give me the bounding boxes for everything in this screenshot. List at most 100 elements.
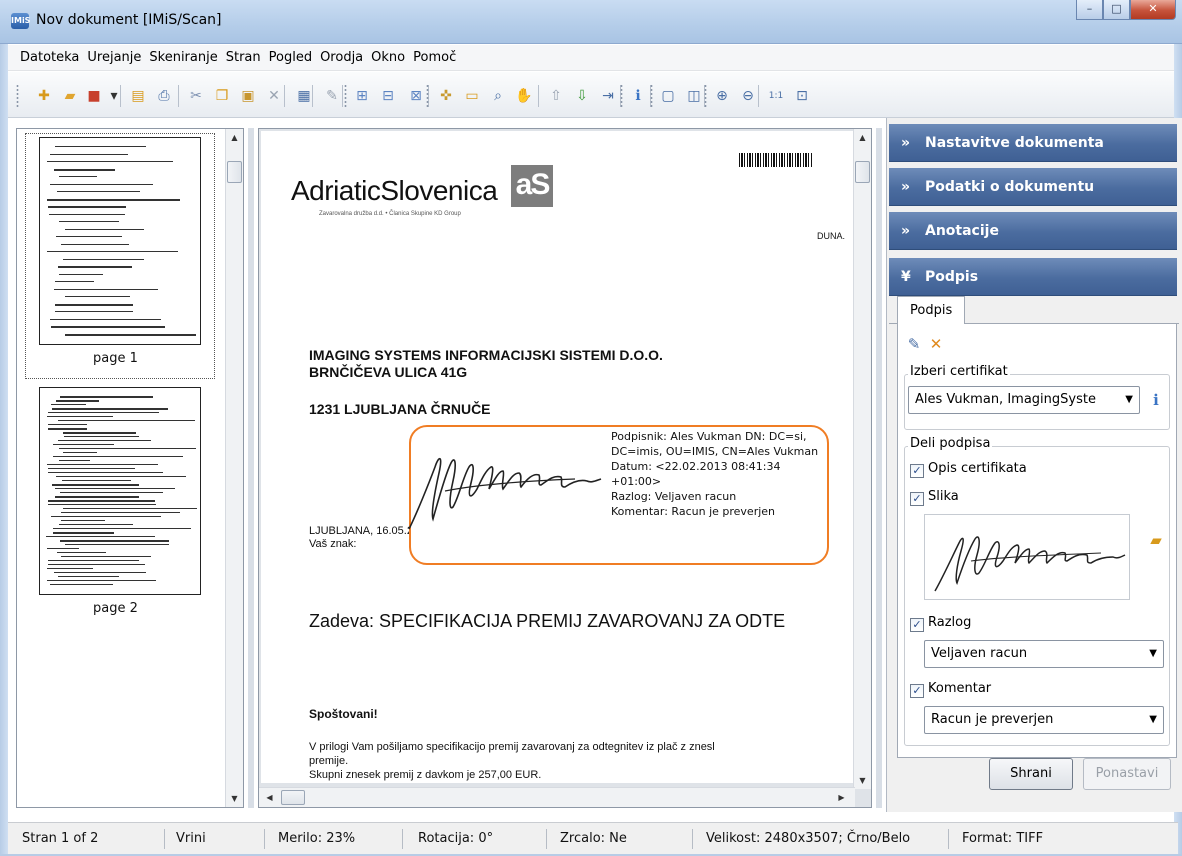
menu-datoteka[interactable]: Datoteka <box>16 45 83 71</box>
toolbar-grip[interactable] <box>650 84 653 108</box>
paste-icon[interactable]: ▣ <box>238 87 258 105</box>
thumbnail-text-line <box>55 496 139 498</box>
edit-icon[interactable]: ✎ <box>322 87 342 105</box>
zoom-out-icon[interactable]: ⊖ <box>738 87 758 105</box>
thumbnail-text-line <box>50 318 161 320</box>
komentar-select[interactable]: Racun je preverjen ▼ <box>924 706 1164 734</box>
select-region-icon[interactable]: ▭ <box>462 87 482 105</box>
thumbnail-scrollbar[interactable]: ▲ ▼ <box>225 129 243 807</box>
copy-icon[interactable]: ❐ <box>212 87 232 105</box>
status-rotation: Rotacija: 0° <box>418 831 494 846</box>
doc-hscroll-thumb[interactable] <box>281 790 305 805</box>
opis-certifikata-checkbox[interactable]: ✓ Opis certifikata <box>910 460 1027 480</box>
load-image-folder-icon[interactable]: ▰ <box>1146 530 1166 550</box>
menu-stran[interactable]: Stran <box>222 45 265 71</box>
doc-scroll-right-arrow-icon[interactable]: ▶ <box>833 789 850 806</box>
new-document-icon[interactable]: ✚ <box>34 87 54 105</box>
search-icon[interactable]: ⌕ <box>488 87 508 105</box>
page-2-thumbnail[interactable] <box>39 387 201 595</box>
thumbnail-text-line <box>48 472 163 473</box>
two-pages-icon[interactable]: ◫ <box>684 87 704 105</box>
toolbar-grip[interactable] <box>426 84 429 108</box>
tab-podpis[interactable]: Podpis <box>897 296 966 325</box>
menu-pogled[interactable]: Pogled <box>265 45 316 71</box>
append-page-icon[interactable]: ⊟ <box>378 87 398 105</box>
section-label: Podatki o dokumentu <box>925 179 1095 195</box>
properties-icon[interactable]: ▦ <box>294 87 314 105</box>
menu-skeniranje[interactable]: Skeniranje <box>145 45 221 71</box>
document-horizontal-scrollbar[interactable]: ◀ ▶ <box>259 787 855 807</box>
thumbnail-text-line <box>53 444 114 445</box>
certificate-select[interactable]: Ales Vukman, ImagingSyste ▼ <box>908 386 1140 414</box>
checkbox-checked-icon: ✓ <box>910 492 924 506</box>
thumbnail-text-line <box>55 146 146 147</box>
thumbnail-text-line <box>48 560 139 561</box>
thumbnail-text-line <box>47 568 93 569</box>
signature-stamp[interactable]: Podpisnik: Ales Vukman DN: DC=si, DC=imi… <box>408 425 829 565</box>
remove-signature-icon[interactable]: ✕ <box>926 334 946 354</box>
status-format: Format: TIFF <box>962 831 1044 846</box>
doc-scroll-down-arrow-icon[interactable]: ▼ <box>854 772 871 789</box>
close-button[interactable]: ✕ <box>1130 0 1176 20</box>
komentar-select-value: Racun je preverjen <box>931 712 1054 727</box>
thumbnail-text-line <box>63 432 136 434</box>
expand-chevron-icon: » <box>901 223 911 239</box>
move-page-icon[interactable]: ⇥ <box>598 87 618 105</box>
hand-tool-icon[interactable]: ✋ <box>514 87 534 105</box>
doc-scroll-up-arrow-icon[interactable]: ▲ <box>854 129 871 146</box>
print-icon[interactable]: ⎙ <box>154 87 174 105</box>
page-settings-icon[interactable]: ⊠ <box>406 87 426 105</box>
right-splitter[interactable] <box>876 128 882 808</box>
thumbnail-text-line <box>55 488 175 489</box>
section-podatki-o-dokumentu[interactable]: » Podatki o dokumentu <box>889 168 1177 206</box>
razlog-checkbox[interactable]: ✓ Razlog <box>910 614 971 634</box>
document-vertical-scrollbar[interactable]: ▲ ▼ <box>853 129 871 789</box>
toolbar-grip[interactable] <box>16 84 19 108</box>
scroll-down-arrow-icon[interactable]: ▼ <box>226 790 243 807</box>
fit-page-icon[interactable]: ⊡ <box>792 87 812 105</box>
actual-size-icon[interactable]: 1:1 <box>766 87 786 105</box>
minimize-button[interactable]: – <box>1076 0 1103 20</box>
toolbar-grip[interactable] <box>344 84 347 108</box>
thumbnail-text-line <box>54 572 146 573</box>
open-folder-icon[interactable]: ▰ <box>60 87 80 105</box>
reset-button[interactable]: Ponastavi <box>1083 758 1171 790</box>
toolbar-separator <box>120 85 121 107</box>
zoom-in-icon[interactable]: ⊕ <box>712 87 732 105</box>
certificate-info-icon[interactable]: ℹ <box>1146 390 1166 410</box>
menu-pomoc[interactable]: Pomoč <box>409 45 460 71</box>
section-nastavitve-dokumenta[interactable]: » Nastavitve dokumenta <box>889 124 1177 162</box>
slika-checkbox[interactable]: ✓ Slika <box>910 488 959 508</box>
page-1-thumbnail[interactable] <box>39 137 201 345</box>
section-podpis[interactable]: ¥ Podpis <box>889 258 1177 296</box>
dropdown-arrow-icon[interactable]: ▾ <box>104 87 124 105</box>
menu-okno[interactable]: Okno <box>367 45 409 71</box>
scroll-thumb[interactable] <box>227 161 242 183</box>
maximize-button[interactable]: □ <box>1103 0 1130 20</box>
scan-icon[interactable]: ▤ <box>128 87 148 105</box>
komentar-checkbox[interactable]: ✓ Komentar <box>910 680 991 700</box>
doc-vscroll-thumb[interactable] <box>855 161 870 183</box>
thumbnail-text-line <box>56 476 186 477</box>
razlog-select[interactable]: Veljaven racun ▼ <box>924 640 1164 668</box>
left-splitter[interactable] <box>248 128 254 808</box>
scroll-up-arrow-icon[interactable]: ▲ <box>226 129 243 146</box>
doc-scroll-left-arrow-icon[interactable]: ◀ <box>261 789 278 806</box>
arrow-up-icon[interactable]: ⇧ <box>546 87 566 105</box>
crop-icon[interactable]: ✜ <box>436 87 456 105</box>
single-page-icon[interactable]: ▢ <box>658 87 678 105</box>
arrow-down-icon[interactable]: ⇩ <box>572 87 592 105</box>
info-icon[interactable]: ℹ <box>628 87 648 105</box>
sign-edit-icon[interactable]: ✎ <box>904 334 924 354</box>
thumbnail-text-line <box>50 153 128 155</box>
toolbar-grip[interactable] <box>704 84 707 108</box>
section-anotacije[interactable]: » Anotacije <box>889 212 1177 250</box>
toolbar-grip[interactable] <box>620 84 623 108</box>
menu-urejanje[interactable]: Urejanje <box>83 45 145 71</box>
save-button[interactable]: Shrani <box>989 758 1073 790</box>
menu-orodja[interactable]: Orodja <box>316 45 367 71</box>
cut-icon[interactable]: ✂ <box>186 87 206 105</box>
save-icon[interactable]: ■ <box>84 87 104 105</box>
delete-icon[interactable]: ✕ <box>264 87 284 105</box>
insert-page-icon[interactable]: ⊞ <box>352 87 372 105</box>
